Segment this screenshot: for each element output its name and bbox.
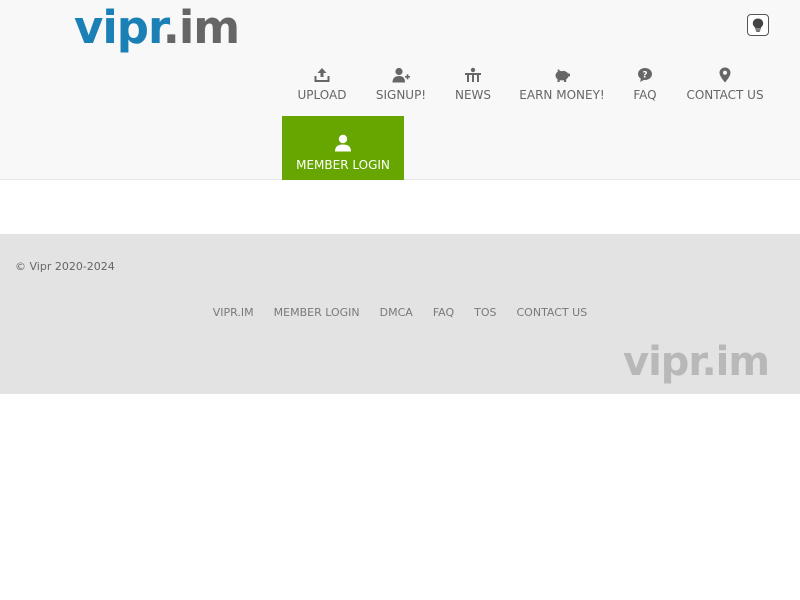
nav-contact-us-label: CONTACT US: [686, 88, 764, 102]
nav-news-label: NEWS: [454, 88, 492, 102]
news-icon: [465, 67, 481, 82]
user-plus-icon: [392, 67, 410, 83]
footer-link-faq[interactable]: FAQ: [433, 306, 454, 319]
question-icon: ?: [638, 68, 652, 82]
upload-icon: [314, 68, 330, 82]
footer-link-member-login[interactable]: MEMBER LOGIN: [274, 306, 360, 319]
member-login-label: MEMBER LOGIN: [296, 158, 390, 172]
nav-faq[interactable]: ? FAQ: [631, 62, 659, 110]
site-header: vipr.im UPLOAD SIGNUP! NEWS EARN MONEY! …: [0, 0, 800, 180]
nav-upload-label: UPLOAD: [297, 88, 347, 102]
logo-text-im: .im: [162, 1, 240, 54]
logo-text-vipr: vipr: [74, 1, 164, 54]
site-logo[interactable]: vipr.im: [74, 1, 240, 54]
nav-news[interactable]: NEWS: [453, 62, 493, 110]
nav-upload[interactable]: UPLOAD: [296, 62, 348, 110]
footer-link-tos[interactable]: TOS: [474, 306, 496, 319]
nav-earn-money[interactable]: EARN MONEY!: [519, 62, 605, 110]
nav-contact-us[interactable]: CONTACT US: [686, 62, 764, 110]
map-marker-icon: [719, 67, 731, 83]
copyright-text: © Vipr 2020-2024: [15, 260, 115, 273]
footer-logo: vipr.im: [623, 339, 770, 385]
nav-faq-label: FAQ: [633, 88, 657, 102]
nav-signup-label: SIGNUP!: [375, 88, 427, 102]
site-footer: © Vipr 2020-2024 VIPR.IM MEMBER LOGIN DM…: [0, 234, 800, 394]
footer-links: VIPR.IM MEMBER LOGIN DMCA FAQ TOS CONTAC…: [0, 306, 800, 319]
footer-link-vipr[interactable]: VIPR.IM: [213, 306, 254, 319]
piggy-bank-icon: [555, 69, 571, 82]
svg-text:?: ?: [642, 71, 647, 81]
footer-link-dmca[interactable]: DMCA: [380, 306, 413, 319]
member-login-button[interactable]: MEMBER LOGIN: [282, 116, 404, 180]
nav-signup[interactable]: SIGNUP!: [374, 62, 428, 110]
nav-earn-money-label: EARN MONEY!: [519, 88, 605, 102]
user-icon: [335, 134, 351, 152]
footer-link-contact-us[interactable]: CONTACT US: [517, 306, 588, 319]
theme-toggle-button[interactable]: [747, 14, 769, 36]
lightbulb-icon: [752, 18, 764, 32]
